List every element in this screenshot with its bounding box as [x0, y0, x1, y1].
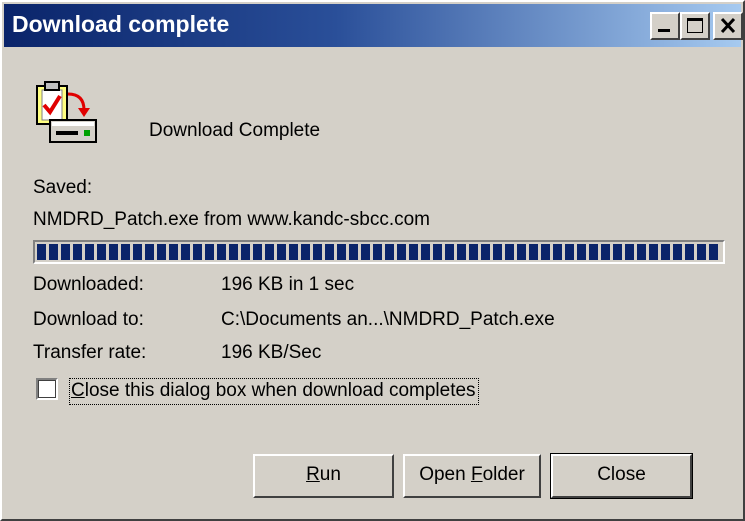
transfer-rate-row: Transfer rate: 196 KB/Sec — [33, 342, 733, 368]
download-complete-icon — [36, 81, 97, 143]
transfer-rate-label: Transfer rate: — [33, 342, 147, 363]
download-to-row: Download to: C:\Documents an...\NMDRD_Pa… — [33, 309, 733, 335]
close-when-done-text: lose this dialog box when download compl… — [84, 380, 476, 401]
close-when-done-label[interactable]: Close this dialog box when download comp… — [69, 378, 479, 405]
saved-label: Saved: — [33, 177, 93, 198]
download-progress-bar — [33, 240, 725, 264]
downloaded-label: Downloaded: — [33, 274, 144, 295]
file-source-text: NMDRD_Patch.exe from www.kandc-sbcc.com — [33, 209, 430, 230]
close-button[interactable]: Close — [550, 453, 693, 499]
open-folder-mnemonic: F — [470, 464, 483, 485]
open-folder-prefix: Open — [419, 464, 471, 485]
open-folder-label: older — [482, 464, 525, 485]
maximize-icon — [687, 18, 703, 33]
download-complete-window: Download complete Download Complete Save… — [0, 0, 745, 521]
progress-fill — [37, 244, 721, 260]
open-folder-button[interactable]: Open Folder — [403, 454, 541, 498]
close-icon — [720, 17, 736, 34]
download-to-label: Download to: — [33, 309, 144, 330]
downloaded-value: 196 KB in 1 sec — [221, 274, 355, 295]
run-mnemonic: R — [306, 464, 320, 485]
title-bar[interactable]: Download complete — [4, 4, 743, 47]
close-window-button[interactable] — [713, 12, 743, 40]
maximize-button[interactable] — [680, 12, 710, 40]
download-complete-heading: Download Complete — [149, 120, 321, 141]
close-when-done-mnemonic: C — [71, 380, 85, 401]
minimize-button[interactable] — [650, 12, 680, 40]
downloaded-row: Downloaded: 196 KB in 1 sec — [33, 274, 733, 300]
close-when-done-checkbox[interactable] — [36, 378, 58, 400]
download-to-value: C:\Documents an...\NMDRD_Patch.exe — [221, 309, 555, 330]
window-title: Download complete — [12, 11, 230, 37]
run-label: un — [319, 464, 341, 485]
transfer-rate-value: 196 KB/Sec — [221, 342, 322, 363]
run-button[interactable]: Run — [253, 454, 394, 498]
minimize-icon — [658, 29, 670, 32]
